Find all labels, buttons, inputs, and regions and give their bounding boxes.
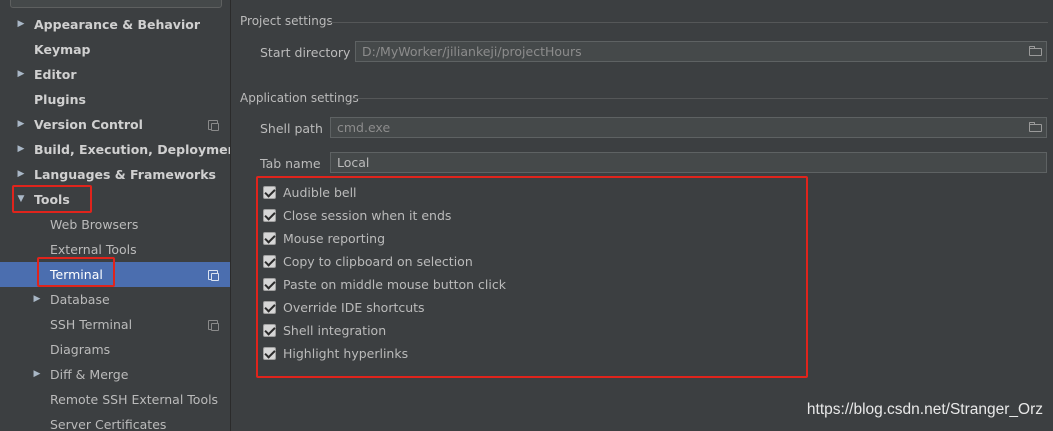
- terminal-settings-panel: Project settings Start directory D:/MyWo…: [231, 0, 1053, 431]
- section-divider: [328, 22, 1048, 23]
- sidebar-item-label: Web Browsers: [50, 217, 139, 232]
- tab-name-value: Local: [337, 155, 370, 170]
- sidebar-item-label: Plugins: [34, 92, 86, 107]
- sidebar-item[interactable]: ▶ Diff & Merge: [0, 362, 230, 387]
- tab-name-label: Tab name: [260, 156, 321, 171]
- browse-shell-path-button[interactable]: [1024, 118, 1046, 137]
- shell-path-label: Shell path: [260, 121, 323, 136]
- options-highlight-box: [256, 176, 808, 378]
- sidebar-item-label: Languages & Frameworks: [34, 167, 216, 182]
- sidebar-item[interactable]: Remote SSH External Tools: [0, 387, 230, 412]
- sidebar-item[interactable]: Server Certificates: [0, 412, 230, 431]
- folder-icon: [1029, 46, 1042, 56]
- sidebar-item-label: Diff & Merge: [50, 367, 129, 382]
- sidebar-item-label: Keymap: [34, 42, 91, 57]
- project-scope-icon: [208, 120, 219, 131]
- sidebar-item[interactable]: Keymap: [0, 37, 230, 62]
- settings-sidebar: ▶ Appearance & Behavior Keymap ▶ Editor Plugi…: [0, 0, 231, 431]
- settings-tree: ▶ Appearance & Behavior Keymap ▶ Editor Plugi…: [0, 12, 230, 431]
- terminal-highlight-box: [37, 257, 115, 287]
- collapsed-arrow-icon[interactable]: ▶: [15, 162, 27, 187]
- folder-icon: [1029, 122, 1042, 132]
- start-directory-value: D:/MyWorker/jiliankeji/projectHours: [362, 44, 582, 59]
- sidebar-item[interactable]: ▶ Version Control: [0, 112, 230, 137]
- sidebar-item-label: Diagrams: [50, 342, 111, 357]
- collapsed-arrow-icon[interactable]: ▶: [31, 287, 43, 312]
- watermark-text: https://blog.csdn.net/Stranger_Orz: [806, 401, 1043, 418]
- sidebar-item-label: Appearance & Behavior: [34, 17, 200, 32]
- sidebar-item-label: Server Certificates: [50, 417, 167, 431]
- sidebar-item[interactable]: Diagrams: [0, 337, 230, 362]
- sidebar-item-label: Remote SSH External Tools: [50, 392, 219, 407]
- shell-path-field[interactable]: cmd.exe: [330, 117, 1047, 138]
- tab-name-field[interactable]: Local: [330, 152, 1047, 173]
- application-settings-title: Application settings: [240, 91, 359, 105]
- collapsed-arrow-icon[interactable]: ▶: [31, 362, 43, 387]
- project-scope-icon: [208, 270, 219, 281]
- sidebar-item-label: Build, Execution, Deployment: [34, 142, 231, 157]
- start-directory-label: Start directory: [260, 45, 351, 60]
- start-directory-field[interactable]: D:/MyWorker/jiliankeji/projectHours: [355, 41, 1047, 62]
- sidebar-item[interactable]: Web Browsers: [0, 212, 230, 237]
- sidebar-item-label: Database: [50, 292, 110, 307]
- sidebar-item[interactable]: Terminal: [0, 262, 230, 287]
- sidebar-item[interactable]: Plugins: [0, 87, 230, 112]
- sidebar-item[interactable]: External Tools: [0, 237, 230, 262]
- sidebar-item[interactable]: ▶ Editor: [0, 62, 230, 87]
- collapsed-arrow-icon[interactable]: ▶: [15, 137, 27, 162]
- project-scope-icon: [208, 320, 219, 331]
- project-settings-title: Project settings: [240, 14, 333, 28]
- shell-path-value: cmd.exe: [337, 120, 391, 135]
- sidebar-item[interactable]: ▶ Appearance & Behavior: [0, 12, 230, 37]
- sidebar-item[interactable]: SSH Terminal: [0, 312, 230, 337]
- collapsed-arrow-icon[interactable]: ▶: [15, 62, 27, 87]
- settings-search-input[interactable]: [10, 0, 222, 8]
- sidebar-item[interactable]: ▶ Database: [0, 287, 230, 312]
- sidebar-item[interactable]: ▶ Languages & Frameworks: [0, 162, 230, 187]
- collapsed-arrow-icon[interactable]: ▶: [15, 112, 27, 137]
- sidebar-item[interactable]: ▶ Build, Execution, Deployment: [0, 137, 230, 162]
- sidebar-item-label: Version Control: [34, 117, 143, 132]
- collapsed-arrow-icon[interactable]: ▶: [15, 12, 27, 37]
- sidebar-item-label: SSH Terminal: [50, 317, 133, 332]
- section-divider: [352, 98, 1048, 99]
- browse-start-directory-button[interactable]: [1024, 42, 1046, 61]
- tools-highlight-box: [12, 185, 92, 213]
- sidebar-item-label: Editor: [34, 67, 77, 82]
